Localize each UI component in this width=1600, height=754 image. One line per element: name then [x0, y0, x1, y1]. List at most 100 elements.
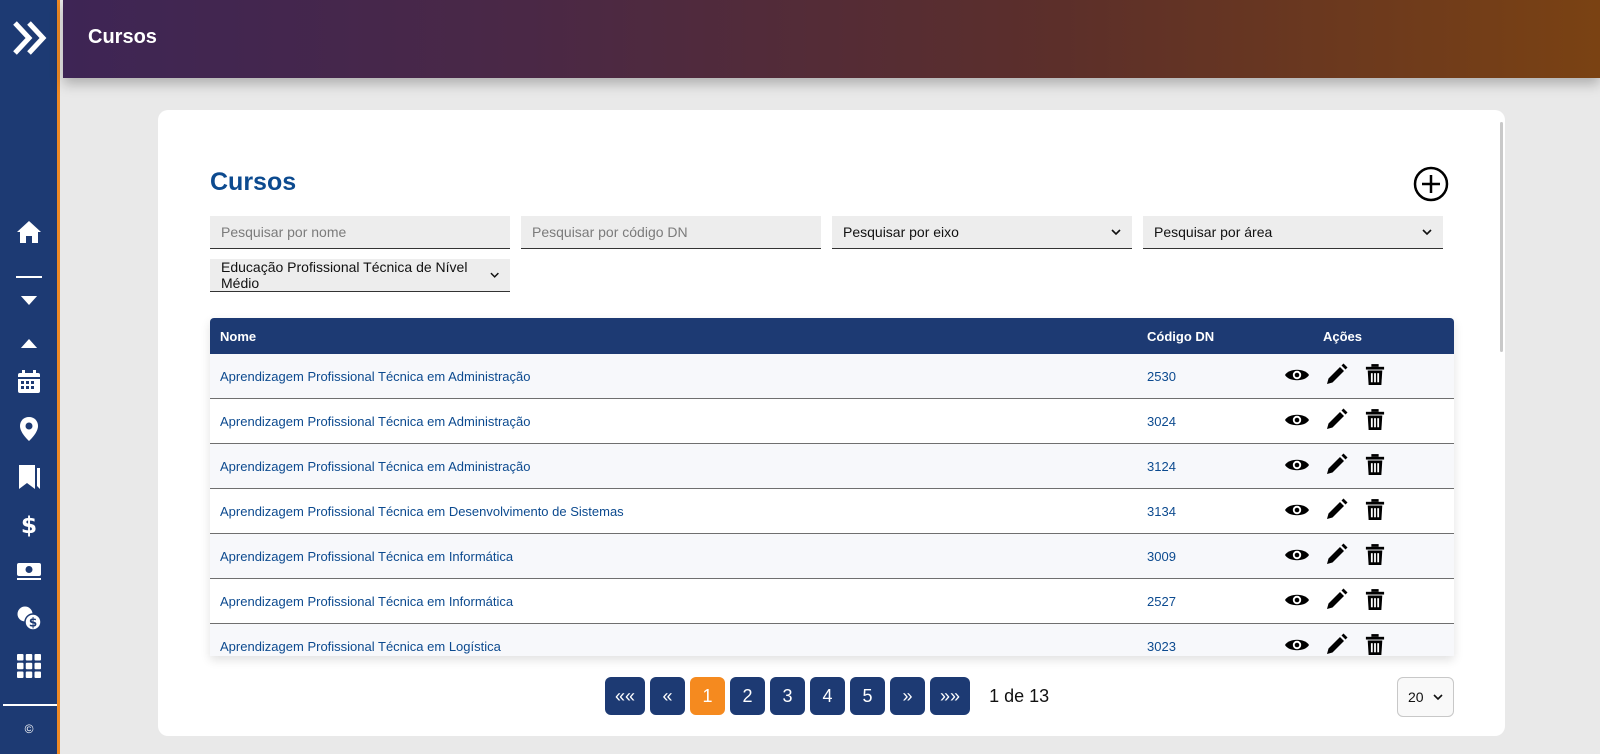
map-pin-icon[interactable] [14, 414, 44, 444]
area-select-value: Pesquisar por área [1154, 224, 1273, 240]
courses-table: Nome Código DN Ações Aprendizagem Profis… [210, 318, 1454, 656]
course-name-link[interactable]: Aprendizagem Profissional Técnica em Inf… [220, 549, 513, 564]
table-header: Nome Código DN Ações [210, 318, 1454, 354]
copyright-text: © [24, 722, 34, 736]
money-icon[interactable] [14, 556, 44, 586]
table-row: Aprendizagem Profissional Técnica em Adm… [210, 399, 1454, 444]
grid-icon[interactable] [14, 651, 44, 681]
double-chevron-logo-icon[interactable] [12, 20, 48, 56]
search-name-input[interactable]: Pesquisar por nome [210, 216, 510, 249]
edit-pencil-icon[interactable] [1323, 452, 1349, 478]
modalidade-select-value: Educação Profissional Técnica de Nível M… [221, 259, 468, 291]
per-page-select[interactable]: 20 [1397, 677, 1454, 717]
modalidade-select[interactable]: Educação Profissional Técnica de Nível M… [210, 259, 510, 292]
search-name-placeholder: Pesquisar por nome [221, 224, 347, 240]
page-scrollbar[interactable] [1500, 122, 1503, 352]
sidebar-footer-divider [3, 704, 57, 706]
chevron-down-icon[interactable] [14, 285, 44, 315]
eixo-select-value: Pesquisar por eixo [843, 224, 959, 240]
sidebar-divider [16, 276, 42, 278]
last-page-button[interactable]: »» [930, 677, 971, 715]
table-row: Aprendizagem Profissional Técnica em Inf… [210, 534, 1454, 579]
edit-pencil-icon[interactable] [1323, 542, 1349, 568]
course-code: 3009 [1147, 549, 1176, 564]
course-name-link[interactable]: Aprendizagem Profissional Técnica em Adm… [220, 369, 530, 384]
course-code: 3134 [1147, 504, 1176, 519]
view-eye-icon[interactable] [1284, 362, 1310, 388]
home-icon[interactable] [14, 217, 44, 247]
column-header-nome: Nome [220, 329, 257, 344]
top-header: Cursos [63, 0, 1600, 78]
page-button-3[interactable]: 3 [770, 677, 806, 715]
page-info: 1 de 13 [989, 685, 1050, 706]
page-button-1[interactable]: 1 [690, 677, 726, 715]
prev-page-button[interactable]: « [650, 677, 686, 715]
edit-pencil-icon[interactable] [1323, 407, 1349, 433]
pagination: «« « 1 2 3 4 5 » »» 1 de 13 [605, 677, 1049, 715]
course-code: 2527 [1147, 594, 1176, 609]
chevron-down-icon [1422, 229, 1432, 236]
edit-pencil-icon[interactable] [1323, 632, 1349, 656]
edit-pencil-icon[interactable] [1323, 497, 1349, 523]
row-actions [1284, 542, 1388, 568]
row-actions [1284, 587, 1388, 613]
area-select[interactable]: Pesquisar por área [1143, 216, 1443, 249]
search-code-input[interactable]: Pesquisar por código DN [521, 216, 821, 249]
dollar-icon[interactable]: $ [14, 510, 44, 540]
edit-pencil-icon[interactable] [1323, 587, 1349, 613]
row-actions [1284, 497, 1388, 523]
chevron-down-icon [1111, 229, 1121, 236]
calendar-icon[interactable] [14, 367, 44, 397]
view-eye-icon[interactable] [1284, 542, 1310, 568]
page-button-4[interactable]: 4 [810, 677, 846, 715]
table-row: Aprendizagem Profissional Técnica em Adm… [210, 354, 1454, 399]
search-code-placeholder: Pesquisar por código DN [532, 224, 688, 240]
view-eye-icon[interactable] [1284, 452, 1310, 478]
delete-trash-icon[interactable] [1362, 362, 1388, 388]
column-header-codigo: Código DN [1147, 329, 1215, 344]
add-course-button[interactable] [1413, 166, 1449, 202]
delete-trash-icon[interactable] [1362, 632, 1388, 656]
page-title: Cursos [210, 168, 297, 196]
svg-text:$: $ [29, 616, 37, 630]
courses-card: Cursos Pesquisar por nome Pesquisar por … [158, 110, 1505, 736]
delete-trash-icon[interactable] [1362, 587, 1388, 613]
view-eye-icon[interactable] [1284, 407, 1310, 433]
course-name-link[interactable]: Aprendizagem Profissional Técnica em Adm… [220, 459, 530, 474]
delete-trash-icon[interactable] [1362, 407, 1388, 433]
view-eye-icon[interactable] [1284, 632, 1310, 656]
delete-trash-icon[interactable] [1362, 497, 1388, 523]
page-button-5[interactable]: 5 [850, 677, 886, 715]
sidebar: $ $ © [0, 0, 60, 754]
bookmarks-icon[interactable] [14, 462, 44, 492]
delete-trash-icon[interactable] [1362, 542, 1388, 568]
course-name-link[interactable]: Aprendizagem Profissional Técnica em Adm… [220, 414, 530, 429]
course-name-link[interactable]: Aprendizagem Profissional Técnica em Log… [220, 639, 501, 654]
row-actions [1284, 407, 1388, 433]
edit-pencil-icon[interactable] [1323, 362, 1349, 388]
view-eye-icon[interactable] [1284, 587, 1310, 613]
table-row: Aprendizagem Profissional Técnica em Des… [210, 489, 1454, 534]
table-row: Aprendizagem Profissional Técnica em Log… [210, 624, 1454, 656]
course-code: 3024 [1147, 414, 1176, 429]
course-code: 3124 [1147, 459, 1176, 474]
course-code: 3023 [1147, 639, 1176, 654]
course-name-link[interactable]: Aprendizagem Profissional Técnica em Inf… [220, 594, 513, 609]
next-page-button[interactable]: » [890, 677, 926, 715]
view-eye-icon[interactable] [1284, 497, 1310, 523]
course-name-link[interactable]: Aprendizagem Profissional Técnica em Des… [220, 504, 624, 519]
per-page-value: 20 [1408, 689, 1424, 705]
chevron-up-icon[interactable] [14, 328, 44, 358]
table-body: Aprendizagem Profissional Técnica em Adm… [210, 354, 1454, 656]
chevron-down-icon [490, 272, 499, 278]
column-header-acoes: Ações [1323, 329, 1363, 344]
delete-trash-icon[interactable] [1362, 452, 1388, 478]
page-button-2[interactable]: 2 [730, 677, 766, 715]
table-row: Aprendizagem Profissional Técnica em Adm… [210, 444, 1454, 489]
coins-icon[interactable]: $ [14, 603, 44, 633]
row-actions [1284, 632, 1388, 656]
first-page-button[interactable]: «« [605, 677, 646, 715]
row-actions [1284, 362, 1388, 388]
eixo-select[interactable]: Pesquisar por eixo [832, 216, 1132, 249]
course-code: 2530 [1147, 369, 1176, 384]
